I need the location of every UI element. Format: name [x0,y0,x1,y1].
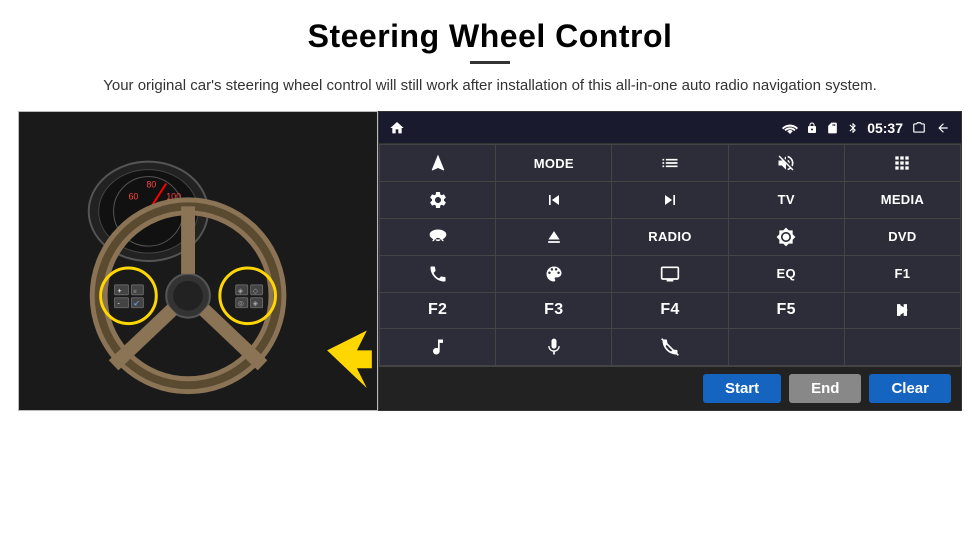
empty-btn-2[interactable] [845,329,960,365]
lock-icon [806,121,818,135]
dvd-button[interactable]: DVD [845,219,960,255]
bottom-bar: Start End Clear [379,366,961,410]
play-pause-button[interactable] [845,293,960,329]
phone-button[interactable] [380,256,495,292]
start-button[interactable]: Start [703,374,781,403]
page-title: Steering Wheel Control [0,0,980,61]
svg-text:◎: ◎ [238,301,244,308]
next-button[interactable] [612,182,727,218]
svg-text:◇: ◇ [253,288,259,295]
phone-mute-button[interactable] [612,329,727,365]
end-button[interactable]: End [789,374,861,403]
prev-button[interactable] [496,182,611,218]
svg-text:◈: ◈ [253,301,259,308]
title-divider [470,61,510,64]
svg-text:↙: ↙ [133,299,140,308]
brightness-button[interactable] [729,219,844,255]
empty-btn-1[interactable] [729,329,844,365]
nav-button[interactable] [380,145,495,181]
list-button[interactable] [612,145,727,181]
mode-button[interactable]: MODE [496,145,611,181]
screen-button[interactable] [612,256,727,292]
bluetooth-icon [847,120,859,136]
camera-360-button[interactable]: 360 [380,219,495,255]
f1-button[interactable]: F1 [845,256,960,292]
mic-button[interactable] [496,329,611,365]
tv-button[interactable]: TV [729,182,844,218]
f5-button[interactable]: F5 [729,293,844,329]
f3-button[interactable]: F3 [496,293,611,329]
subtitle: Your original car's steering wheel contr… [0,74,980,111]
svg-text:-: - [118,301,120,308]
main-content: 60 80 100 + - ≡ [0,111,980,411]
f4-button[interactable]: F4 [612,293,727,329]
back-icon [935,121,951,135]
apps-button[interactable] [845,145,960,181]
clear-button[interactable]: Clear [869,374,951,403]
steering-wheel-image: 60 80 100 + - ≡ [18,111,378,411]
home-icon [389,120,405,136]
eq-button[interactable]: EQ [729,256,844,292]
status-bar-right: 05:37 [782,120,951,136]
radio-button[interactable]: RADIO [612,219,727,255]
wifi-icon [782,122,798,134]
status-bar-left [389,120,405,136]
button-grid: MODE TV MEDIA 360 [379,144,961,366]
svg-text:≡: ≡ [133,289,137,295]
radio-panel: 05:37 MODE [378,111,962,411]
status-bar: 05:37 [379,112,961,144]
f2-button[interactable]: F2 [380,293,495,329]
status-time: 05:37 [867,120,903,136]
screenshot-icon [911,121,927,135]
swirl-button[interactable] [496,256,611,292]
sd-icon [826,121,839,135]
svg-text:+: + [118,288,122,295]
mute-button[interactable] [729,145,844,181]
eject-button[interactable] [496,219,611,255]
svg-text:◈: ◈ [238,288,244,295]
settings-circle-button[interactable] [380,182,495,218]
music-button[interactable] [380,329,495,365]
media-button[interactable]: MEDIA [845,182,960,218]
svg-text:60: 60 [128,192,138,202]
svg-text:80: 80 [146,180,156,190]
